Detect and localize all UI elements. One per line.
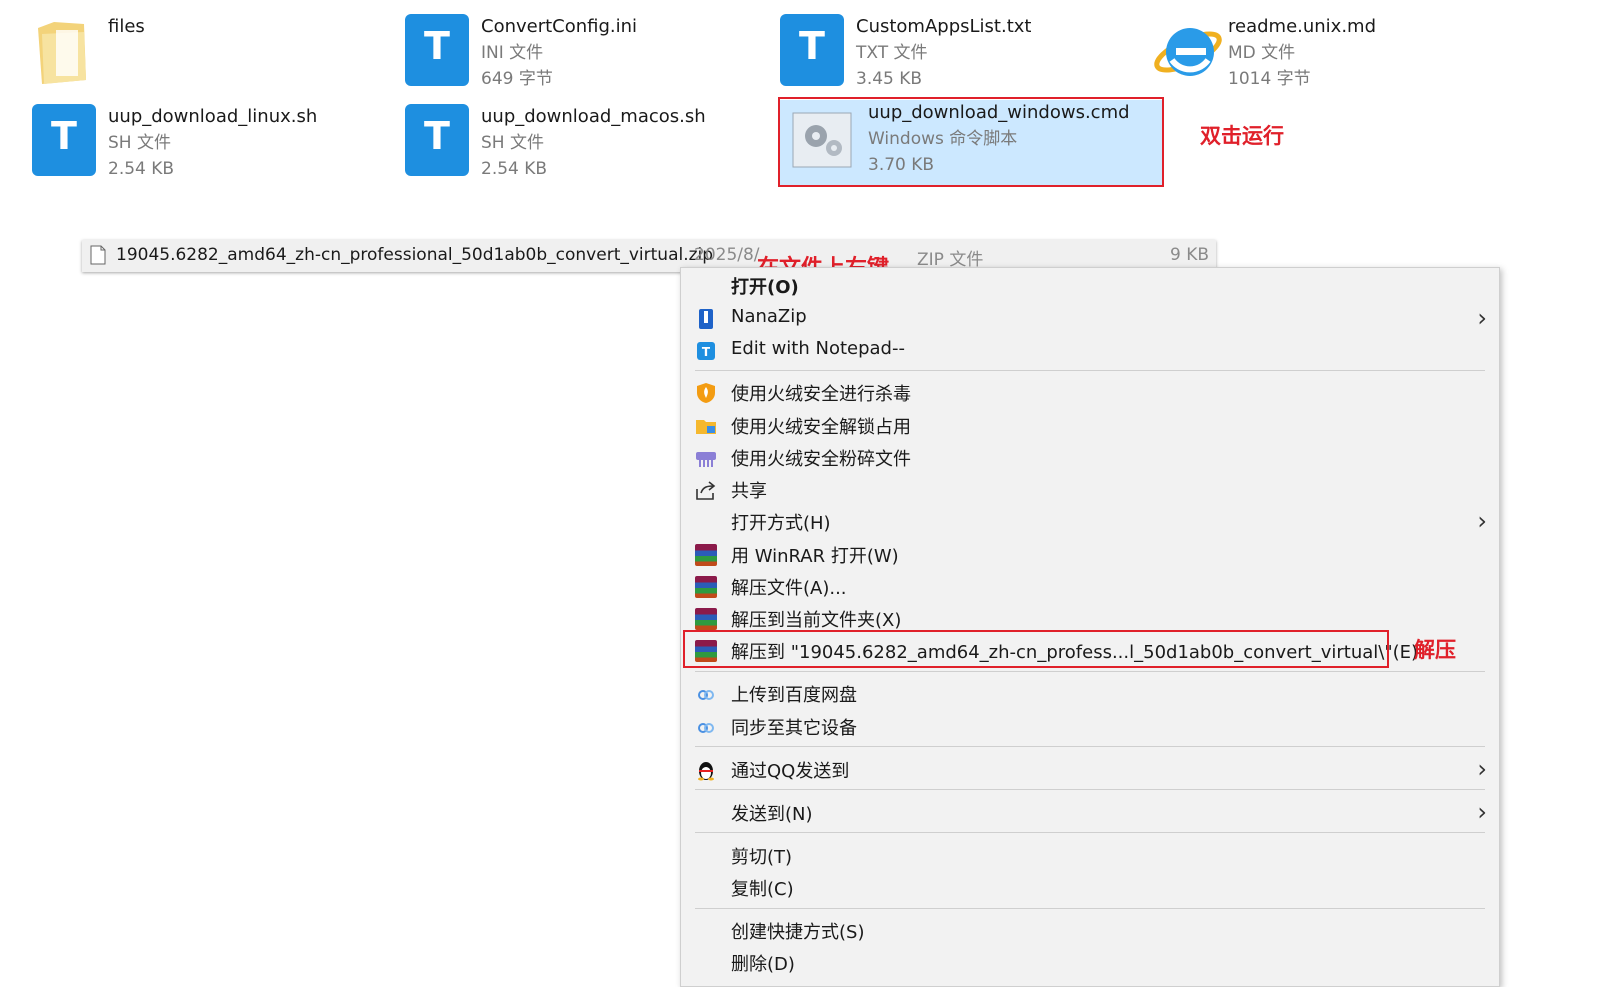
highlight-box-extract-to	[683, 630, 1389, 668]
menu-item-huorong-scan[interactable]: 使用火绒安全进行杀毒	[681, 376, 1499, 408]
shredder-icon	[695, 447, 717, 469]
menu-item-huorong-shred[interactable]: 使用火绒安全粉碎文件	[681, 441, 1499, 473]
menu-separator	[695, 746, 1485, 747]
shield-icon	[695, 382, 717, 404]
context-menu: 打开(O) NanaZip › T Edit with Notepad-- 使用…	[680, 267, 1500, 987]
notepad-t-icon: T	[405, 14, 477, 86]
menu-item-winrar-open[interactable]: 用 WinRAR 打开(W)	[681, 538, 1499, 570]
winrar-icon	[695, 544, 717, 566]
file-customappslist[interactable]: T CustomAppsList.txt TXT 文件 3.45 KB	[780, 14, 1120, 98]
menu-item-notepad[interactable]: T Edit with Notepad--	[681, 334, 1499, 366]
menu-separator	[695, 908, 1485, 909]
file-type: SH 文件	[108, 133, 171, 153]
menu-item-shortcut[interactable]: 创建快捷方式(S)	[681, 914, 1499, 946]
file-type: SH 文件	[481, 133, 544, 153]
menu-item-huorong-unlock[interactable]: 使用火绒安全解锁占用	[681, 409, 1499, 441]
highlight-box-windows-cmd	[778, 97, 1164, 187]
menu-label: 通过QQ发送到	[731, 761, 850, 782]
file-type: INI 文件	[481, 43, 544, 63]
menu-separator	[695, 671, 1485, 672]
menu-label: 使用火绒安全进行杀毒	[731, 384, 911, 405]
file-size: 1014 字节	[1228, 69, 1311, 89]
winrar-icon	[695, 608, 717, 630]
menu-item-copy[interactable]: 复制(C)	[681, 871, 1499, 903]
menu-separator	[695, 789, 1485, 790]
file-uup-macos[interactable]: T uup_download_macos.sh SH 文件 2.54 KB	[405, 104, 745, 188]
menu-item-delete[interactable]: 删除(D)	[681, 946, 1499, 978]
menu-label: 上传到百度网盘	[731, 685, 857, 706]
menu-label: 用 WinRAR 打开(W)	[731, 546, 899, 567]
file-name: uup_download_macos.sh	[481, 106, 706, 127]
menu-label: 同步至其它设备	[731, 718, 857, 739]
baidu-cloud-icon	[695, 683, 717, 705]
menu-label: 使用火绒安全粉碎文件	[731, 449, 911, 470]
menu-label: 使用火绒安全解锁占用	[731, 417, 911, 438]
file-size: 649 字节	[481, 69, 553, 89]
notepad-t-icon: T	[405, 104, 477, 176]
nanazip-icon	[695, 308, 717, 330]
menu-label: 剪切(T)	[731, 847, 793, 868]
menu-item-cut[interactable]: 剪切(T)	[681, 839, 1499, 871]
file-uup-linux[interactable]: T uup_download_linux.sh SH 文件 2.54 KB	[32, 104, 372, 188]
menu-item-open-with[interactable]: 打开方式(H) ›	[681, 505, 1499, 537]
file-files[interactable]: files	[32, 14, 372, 98]
chevron-right-icon: ›	[1477, 507, 1487, 535]
file-type: MD 文件	[1228, 43, 1296, 63]
chevron-right-icon: ›	[1477, 304, 1487, 332]
file-size: 2.54 KB	[481, 159, 548, 179]
file-size: 3.45 KB	[856, 69, 923, 89]
share-icon	[695, 479, 717, 501]
baidu-cloud-icon	[695, 716, 717, 738]
menu-label: Edit with Notepad--	[731, 338, 905, 359]
chevron-right-icon: ›	[1477, 798, 1487, 826]
menu-separator	[695, 832, 1485, 833]
menu-label: 创建快捷方式(S)	[731, 922, 865, 943]
menu-separator	[695, 370, 1485, 371]
file-readme-unix[interactable]: readme.unix.md MD 文件 1014 字节	[1152, 14, 1492, 98]
svg-text:T: T	[702, 345, 711, 359]
menu-item-send-to[interactable]: 发送到(N) ›	[681, 796, 1499, 828]
notepad-t-icon: T	[32, 104, 104, 176]
winrar-icon	[695, 576, 717, 598]
menu-label: 复制(C)	[731, 879, 794, 900]
menu-label: 发送到(N)	[731, 804, 813, 825]
file-name: readme.unix.md	[1228, 16, 1377, 37]
menu-label: 删除(D)	[731, 954, 795, 975]
menu-label: 解压文件(A)...	[731, 578, 847, 599]
chevron-right-icon: ›	[1477, 755, 1487, 783]
file-name: uup_download_linux.sh	[108, 106, 318, 127]
menu-item-baidu-upload[interactable]: 上传到百度网盘	[681, 677, 1499, 709]
menu-item-extract-files[interactable]: 解压文件(A)...	[681, 570, 1499, 602]
menu-item-open[interactable]: 打开(O)	[681, 269, 1499, 301]
folder-lock-icon	[695, 415, 717, 437]
file-type: TXT 文件	[856, 43, 928, 63]
ie-icon	[1152, 14, 1224, 86]
file-size: 2.54 KB	[108, 159, 175, 179]
file-name: ConvertConfig.ini	[481, 16, 638, 37]
file-convertconfig[interactable]: T ConvertConfig.ini INI 文件 649 字节	[405, 14, 745, 98]
zip-file-size: 9 KB	[1170, 245, 1210, 265]
file-name: CustomAppsList.txt	[856, 16, 1032, 37]
menu-label: 共享	[731, 481, 767, 502]
zip-file-date: 2025/8/	[694, 245, 760, 265]
menu-label: NanaZip	[731, 306, 807, 327]
menu-item-qq-send[interactable]: 通过QQ发送到 ›	[681, 753, 1499, 785]
file-doc-icon	[90, 245, 106, 270]
notepad-t-icon: T	[695, 340, 717, 362]
menu-item-share[interactable]: 共享	[681, 473, 1499, 505]
menu-item-nanazip[interactable]: NanaZip ›	[681, 302, 1499, 334]
annotation-extract: 解压	[1414, 638, 1456, 662]
menu-label: 打开(O)	[731, 277, 799, 298]
notepad-t-icon: T	[780, 14, 852, 86]
annotation-double-click: 双击运行	[1200, 124, 1284, 148]
file-name: files	[108, 16, 145, 37]
qq-penguin-icon	[695, 759, 717, 781]
menu-item-sync-devices[interactable]: 同步至其它设备	[681, 710, 1499, 742]
menu-label: 解压到当前文件夹(X)	[731, 610, 902, 631]
folder-icon	[32, 14, 104, 86]
zip-file-name: 19045.6282_amd64_zh-cn_professional_50d1…	[116, 245, 714, 265]
menu-label: 打开方式(H)	[731, 513, 831, 534]
